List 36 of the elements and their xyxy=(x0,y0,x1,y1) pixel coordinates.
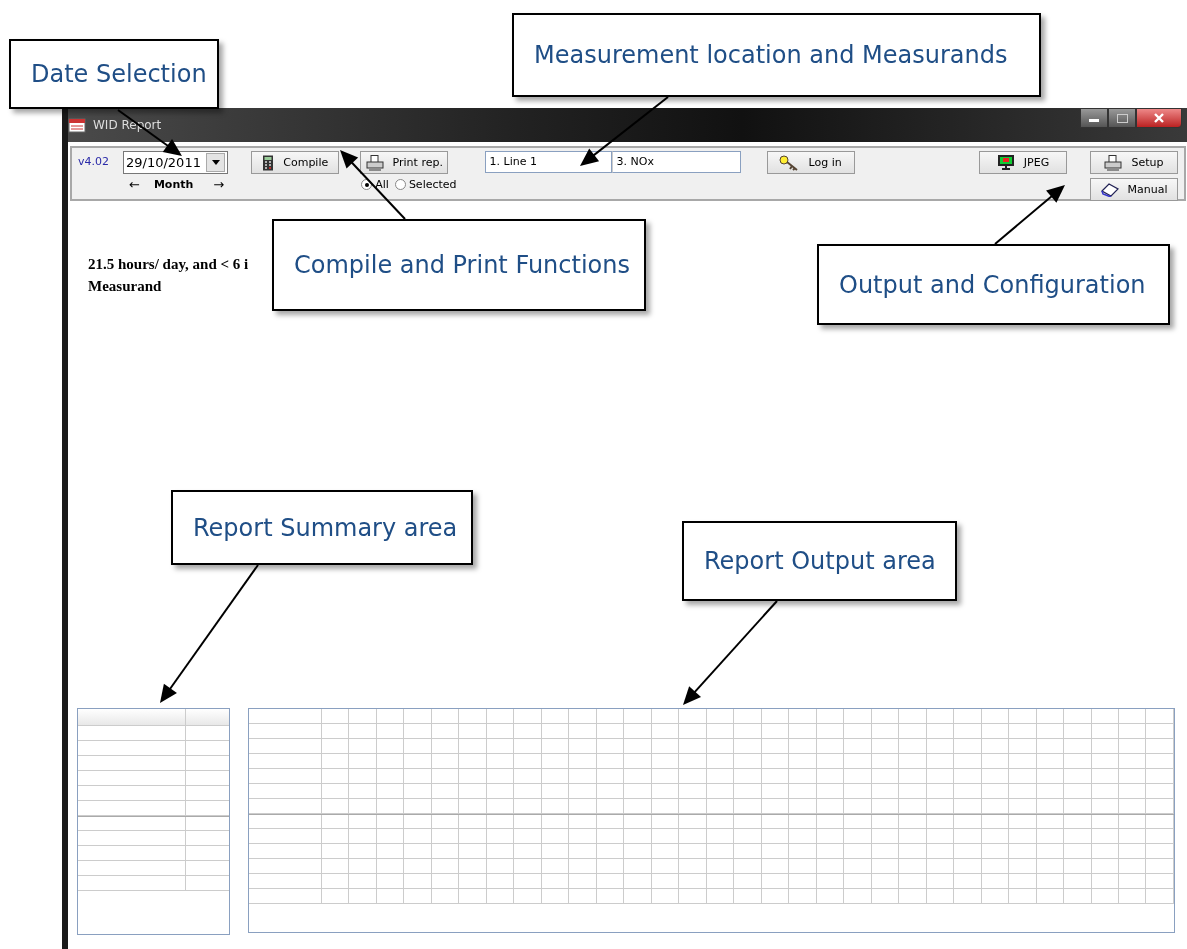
setup-button[interactable]: Setup xyxy=(1090,151,1178,174)
callout-text: Date Selection xyxy=(31,60,207,88)
callout-text: Measurement location and Measurands xyxy=(534,41,1008,69)
scope-radio[interactable]: Selected xyxy=(394,178,457,191)
calendar-icon xyxy=(68,117,86,133)
calculator-icon xyxy=(262,154,275,171)
selection-field[interactable]: 1. Line 1 xyxy=(484,151,612,173)
version-label: v4.02 xyxy=(78,155,110,168)
login-button[interactable]: Log in xyxy=(766,151,855,174)
report-heading: Measurand xyxy=(88,277,162,296)
next-button[interactable]: → xyxy=(207,177,231,192)
monitor-icon xyxy=(996,154,1015,171)
compile-button[interactable]: Compile xyxy=(251,151,340,174)
dropdown-caret-icon xyxy=(211,160,220,165)
close-icon xyxy=(1153,113,1165,123)
scope-radio[interactable]: All xyxy=(361,178,389,191)
close-button[interactable] xyxy=(1136,108,1182,128)
manual-button[interactable]: Manual xyxy=(1090,178,1178,201)
printer-icon xyxy=(365,154,384,171)
report-heading: 21.5 hours/ day, and < 6 i xyxy=(88,255,249,274)
key-icon xyxy=(779,154,800,171)
period-label: Month xyxy=(152,178,195,191)
selection-field[interactable]: 3. NOx xyxy=(611,151,741,173)
previous-button[interactable]: ← xyxy=(123,177,146,192)
date-picker[interactable]: 29/10/2011 xyxy=(123,151,228,174)
print-button[interactable]: Print rep. xyxy=(360,151,449,174)
maximize-button[interactable] xyxy=(1108,108,1136,128)
jpeg-button[interactable]: JPEG xyxy=(979,151,1067,174)
window-title: WID Report xyxy=(93,118,162,132)
callout-text: Report Summary area xyxy=(193,513,458,542)
callout-text: Output and Configuration xyxy=(839,270,1146,299)
callout-text: Report Output area xyxy=(704,547,936,575)
minimize-button[interactable] xyxy=(1080,108,1108,128)
printer-icon xyxy=(1104,154,1123,171)
book-icon xyxy=(1100,182,1119,197)
callout-text: Compile and Print Functions xyxy=(294,251,630,279)
